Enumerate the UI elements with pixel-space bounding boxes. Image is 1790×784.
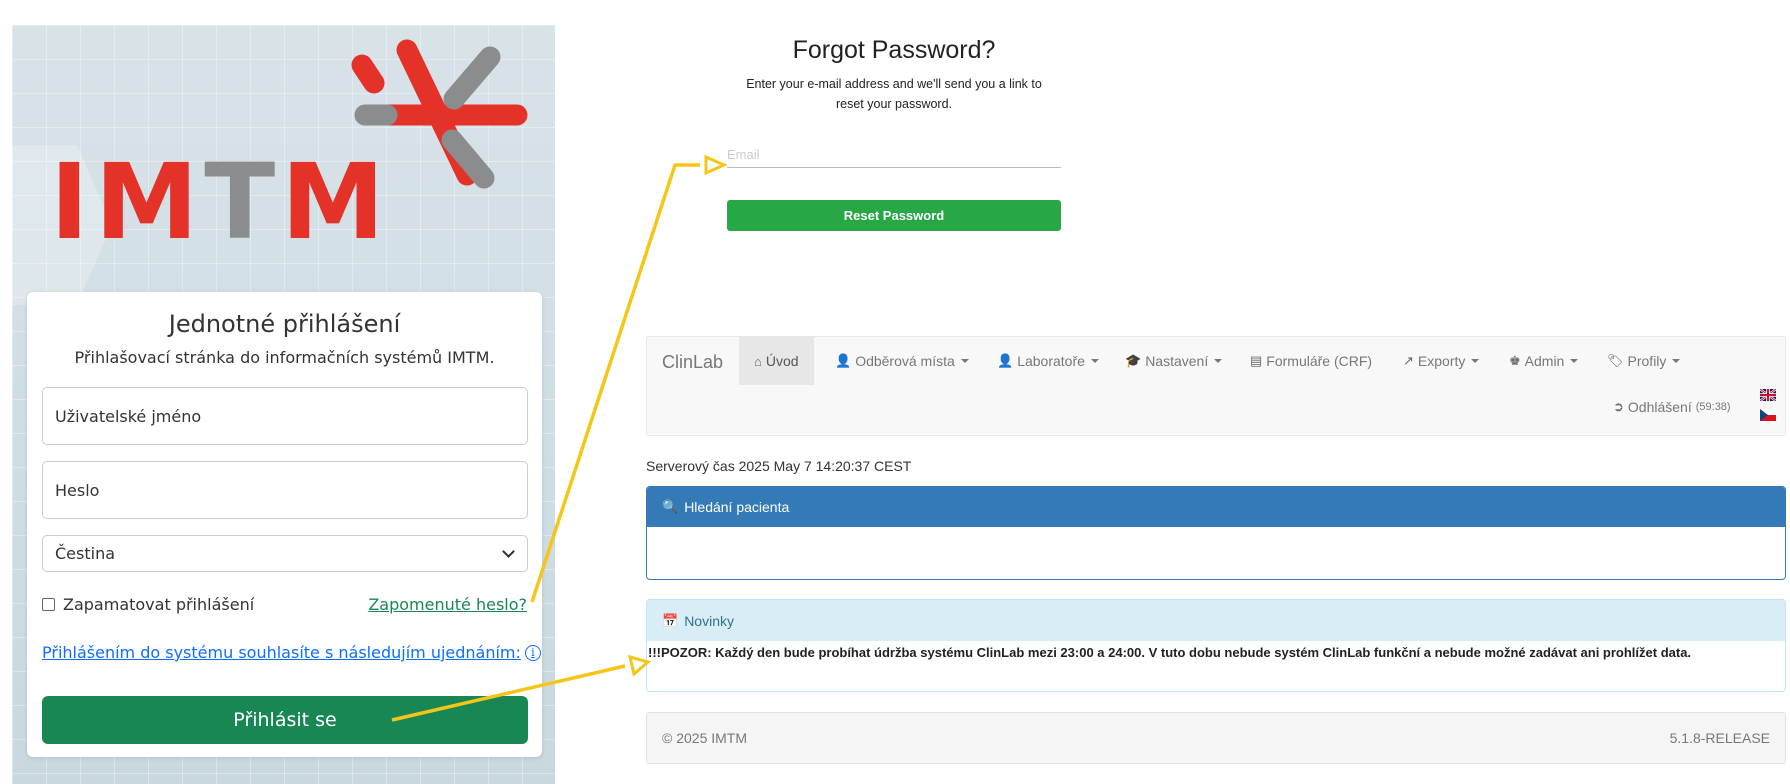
patient-search-panel: 🔍 Hledání pacienta: [646, 486, 1786, 580]
nav-label: Laboratoře: [1017, 353, 1085, 369]
nav-item-laboratore[interactable]: 👤 Laboratoře: [997, 337, 1099, 385]
caret-down-icon: [1672, 359, 1681, 363]
nav-label: Formuláře (CRF): [1266, 353, 1373, 369]
logout-label: Odhlášení: [1627, 399, 1692, 415]
nav-item-profily[interactable]: 🏷 Profily: [1607, 337, 1681, 385]
nav-item-odberova-mista[interactable]: 👤 Odběrová místa: [835, 337, 969, 385]
chevron-down-icon: [502, 544, 515, 558]
nav-label: Odběrová místa: [855, 353, 955, 369]
tags-icon: 🏷: [1607, 353, 1624, 368]
language-selected-value: Čestina: [55, 544, 116, 563]
user-icon: 👤: [997, 353, 1014, 368]
username-input[interactable]: Uživatelské jméno: [42, 387, 528, 445]
share-icon: ↗: [1403, 353, 1414, 368]
reset-password-button[interactable]: Reset Password: [727, 200, 1061, 231]
caret-down-icon: [1090, 359, 1099, 363]
login-button[interactable]: Přihlásit se: [42, 696, 528, 744]
email-input[interactable]: Email: [727, 144, 1061, 168]
clinlab-brand[interactable]: ClinLab: [662, 352, 723, 373]
nav-label: Admin: [1524, 353, 1565, 369]
search-icon: 🔍: [662, 499, 679, 514]
logo-text: IMTM: [50, 141, 391, 263]
user-icon: 👤: [835, 353, 852, 368]
password-placeholder: Heslo: [55, 480, 100, 500]
nav-item-uvod[interactable]: ⌂ Úvod: [739, 337, 814, 385]
language-select[interactable]: Čestina: [42, 535, 528, 572]
nav-item-exporty[interactable]: ↗ Exporty: [1403, 337, 1480, 385]
remember-me-row[interactable]: Zapamatovat přihlášení: [42, 595, 254, 614]
patient-search-header: 🔍 Hledání pacienta: [647, 487, 1785, 527]
logout-link[interactable]: ➲ Odhlášení (59:38): [1613, 399, 1731, 415]
password-input[interactable]: Heslo: [42, 461, 528, 519]
patient-search-title: Hledání pacienta: [684, 499, 790, 515]
forgot-password-title: Forgot Password?: [792, 36, 996, 64]
caret-down-icon: [1214, 359, 1223, 363]
login-card: Jednotné přihlášení Přihlašovací stránka…: [27, 292, 542, 757]
login-title: Jednotné přihlášení: [168, 310, 401, 338]
footer-version: 5.1.8-RELEASE: [1669, 730, 1770, 746]
nav-label: Profily: [1627, 353, 1667, 369]
terms-link-label: Přihlášením do systému souhlasíte s násl…: [42, 643, 521, 662]
home-icon: ⌂: [754, 353, 762, 369]
info-icon[interactable]: i: [524, 644, 541, 661]
footer-copyright: © 2025 IMTM: [662, 730, 748, 746]
caret-down-icon: [960, 359, 969, 363]
imtm-logo: IMTM: [50, 39, 528, 263]
logout-timer: (59:38): [1695, 401, 1731, 413]
news-text: !!!POZOR: Každý den bude probíhat údržba…: [648, 645, 1692, 660]
list-alt-icon: ▤: [1250, 353, 1263, 368]
remember-me-label: Zapamatovat přihlášení: [63, 595, 255, 614]
nav-label: Úvod: [765, 353, 799, 369]
username-placeholder: Uživatelské jméno: [55, 406, 202, 426]
terms-link[interactable]: Přihlášením do systému souhlasíte s násl…: [42, 643, 541, 662]
nav-label: Exporty: [1417, 353, 1466, 369]
forgot-password-link[interactable]: Zapomenuté heslo?: [368, 595, 527, 614]
nav-item-nastaveni[interactable]: 🎓 Nastavení: [1125, 337, 1223, 385]
email-placeholder: Email: [727, 147, 760, 162]
server-time: Serverový čas 2025 May 7 14:20:37 CEST: [646, 458, 912, 474]
news-panel: 📅 Novinky !!!POZOR: Každý den bude probí…: [646, 599, 1786, 692]
news-header: 📅 Novinky: [647, 600, 1785, 641]
nav-item-formulare[interactable]: ▤ Formuláře (CRF): [1250, 337, 1372, 385]
logout-icon: ➲: [1613, 399, 1624, 414]
login-subtitle: Přihlašovací stránka do informačních sys…: [74, 348, 495, 367]
footer: © 2025 IMTM 5.1.8-RELEASE: [646, 712, 1786, 764]
forgot-description-line2: reset your password.: [835, 97, 953, 111]
forgot-password-description: Enter your e-mail address and we'll send…: [727, 74, 1061, 114]
remember-me-checkbox[interactable]: [42, 598, 55, 611]
calendar-icon: 📅: [662, 612, 679, 628]
clinlab-navbar: ClinLab ⌂ Úvod 👤 Odběrová místa 👤 Labora…: [646, 336, 1786, 436]
uk-flag-icon[interactable]: [1760, 389, 1776, 401]
graduation-cap-icon: 🎓: [1125, 353, 1142, 368]
czech-flag-icon[interactable]: [1760, 409, 1776, 421]
king-icon: ♚: [1509, 353, 1521, 368]
nav-item-admin[interactable]: ♚ Admin: [1509, 337, 1579, 385]
login-panel: IMTM Jednotné přihlášení Přihlašovací st…: [12, 25, 555, 784]
nav-label: Nastavení: [1145, 353, 1209, 369]
caret-down-icon: [1471, 359, 1480, 363]
arrow-head-icon: [704, 154, 728, 176]
caret-down-icon: [1570, 359, 1579, 363]
news-title: Novinky: [684, 612, 734, 629]
forgot-description-line1: Enter your e-mail address and we'll send…: [746, 77, 1042, 91]
